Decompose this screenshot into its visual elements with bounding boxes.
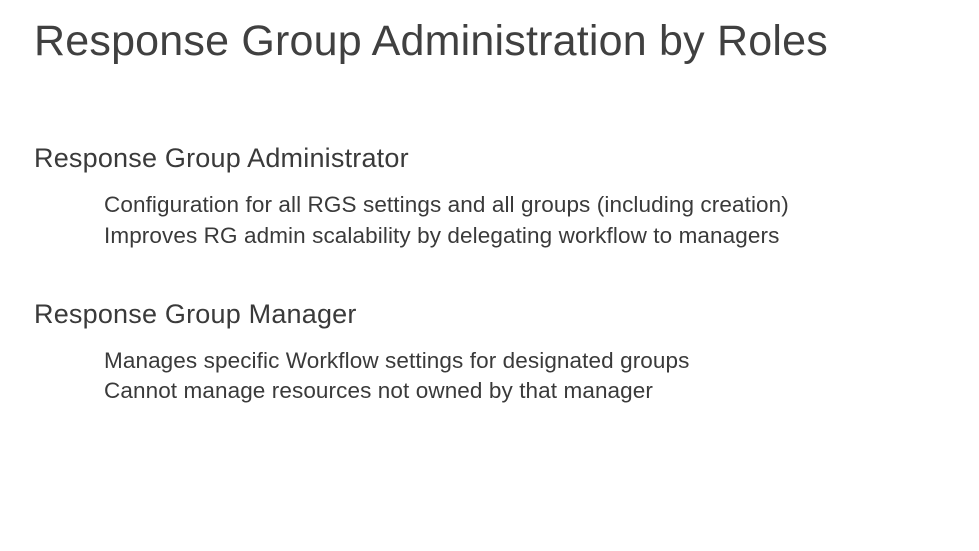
section-line: Improves RG admin scalability by delegat… (104, 221, 945, 251)
slide-title: Response Group Administration by Roles (34, 18, 945, 65)
section-administrator: Response Group Administrator Configurati… (34, 143, 945, 251)
section-line: Cannot manage resources not owned by tha… (104, 376, 945, 406)
section-manager: Response Group Manager Manages specific … (34, 299, 945, 407)
section-body: Manages specific Workflow settings for d… (34, 346, 945, 407)
section-line: Configuration for all RGS settings and a… (104, 190, 945, 220)
section-line: Manages specific Workflow settings for d… (104, 346, 945, 376)
section-heading: Response Group Manager (34, 299, 945, 330)
section-body: Configuration for all RGS settings and a… (34, 190, 945, 251)
section-heading: Response Group Administrator (34, 143, 945, 174)
